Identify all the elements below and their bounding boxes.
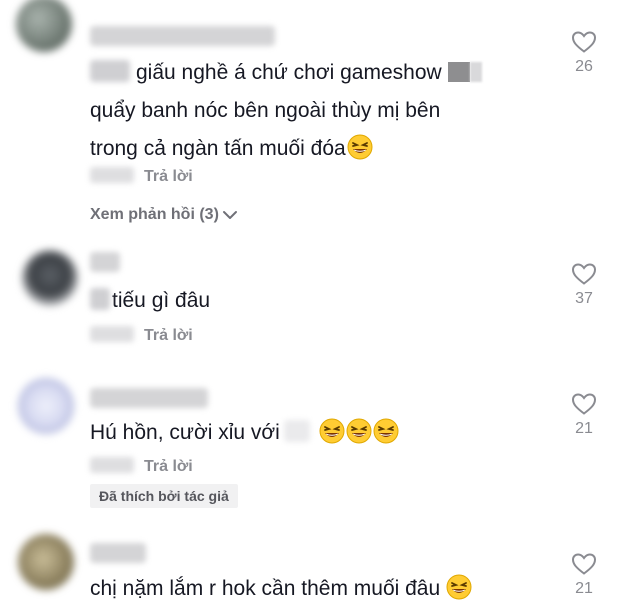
username-redacted[interactable] [90, 543, 146, 563]
comment-meta: Trả lời [90, 457, 193, 476]
comment-text: Hú hồn, cười xỉu với [90, 414, 530, 452]
grinning-squinting-emoji-icon [346, 418, 372, 444]
comment-text-line-1: tiếu gì đâu [112, 289, 211, 312]
avatar[interactable] [22, 250, 78, 306]
reply-button[interactable]: Trả lời [144, 327, 193, 344]
comment-text: chị nặm lắm r hok cần thêm muối đâu [90, 570, 530, 607]
timestamp-redacted [90, 326, 134, 342]
like-count: 21 [575, 580, 593, 597]
grinning-squinting-emoji-icon [446, 574, 472, 600]
comment-meta: Trả lời [90, 167, 193, 186]
chevron-down-icon [222, 211, 237, 219]
heart-icon [571, 553, 597, 575]
comment-text: tiếu gì đâu [90, 282, 530, 320]
view-replies-label: Xem phản hồi (3) [90, 206, 219, 223]
redacted-mention [283, 420, 310, 442]
username-redacted[interactable] [90, 388, 208, 408]
comment-text-line-1: Hú hồn, cười xỉu với [90, 421, 280, 444]
grinning-squinting-emoji-icon [373, 418, 399, 444]
username-redacted[interactable] [90, 26, 275, 46]
like-count: 37 [575, 290, 593, 307]
heart-icon [571, 393, 597, 415]
timestamp-redacted [90, 457, 134, 473]
redacted-mention [90, 288, 110, 310]
reply-button[interactable]: Trả lời [144, 458, 193, 475]
view-replies-button[interactable]: Xem phản hồi (3) [90, 206, 238, 224]
comment-text-line-3: trong cả ngàn tấn muối đóa [90, 137, 346, 160]
comment-text-line-2: quẩy banh nóc bên ngoài thùy mị bên [90, 99, 441, 122]
heart-icon [571, 31, 597, 53]
redacted-mention [90, 60, 130, 82]
reply-button[interactable]: Trả lời [144, 168, 193, 185]
avatar[interactable] [18, 534, 74, 590]
like-button[interactable]: 21 [566, 552, 602, 598]
comment-text-line-1: chị nặm lắm r hok cần thêm muối đâu [90, 577, 441, 600]
like-count: 26 [575, 58, 593, 75]
grinning-squinting-emoji-icon [347, 134, 373, 160]
redacted-text [447, 62, 470, 82]
redacted-text [469, 62, 482, 82]
avatar[interactable] [16, 0, 72, 52]
like-button[interactable]: 37 [566, 262, 602, 308]
heart-icon [571, 263, 597, 285]
avatar[interactable] [18, 378, 74, 434]
grinning-squinting-emoji-icon [319, 418, 345, 444]
comment-meta: Trả lời [90, 326, 193, 345]
comment-text: giấu nghề á chứ chơi gameshow quẩy banh … [90, 54, 530, 168]
like-count: 21 [575, 420, 593, 437]
comment-text-line-1: giấu nghề á chứ chơi gameshow [136, 61, 442, 84]
like-button[interactable]: 21 [566, 392, 602, 438]
username-redacted[interactable] [90, 252, 120, 272]
liked-by-creator-badge: Đã thích bởi tác giả [90, 484, 238, 508]
timestamp-redacted [90, 167, 134, 183]
like-button[interactable]: 26 [566, 30, 602, 76]
